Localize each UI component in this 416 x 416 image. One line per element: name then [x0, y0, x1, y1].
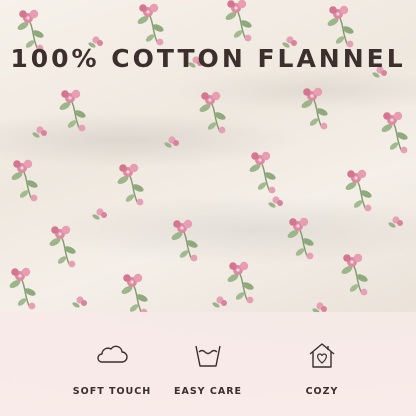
- feature-label: EASY CARE: [174, 386, 242, 397]
- feature-cozy: COZY: [262, 340, 382, 397]
- cloud-icon: [97, 345, 128, 363]
- feature-label: COZY: [305, 386, 339, 397]
- feature-panel: SOFT TOUCH EASY CARE COZY: [0, 312, 416, 416]
- house-heart-icon: [309, 343, 335, 368]
- product-banner: 100% COTTON FLANNEL SOFT TOUCH EASY CARE…: [0, 0, 416, 416]
- headline: 100% COTTON FLANNEL: [10, 44, 406, 73]
- feature-easy-care: EASY CARE: [148, 340, 268, 397]
- wash-tub-icon: [195, 345, 221, 367]
